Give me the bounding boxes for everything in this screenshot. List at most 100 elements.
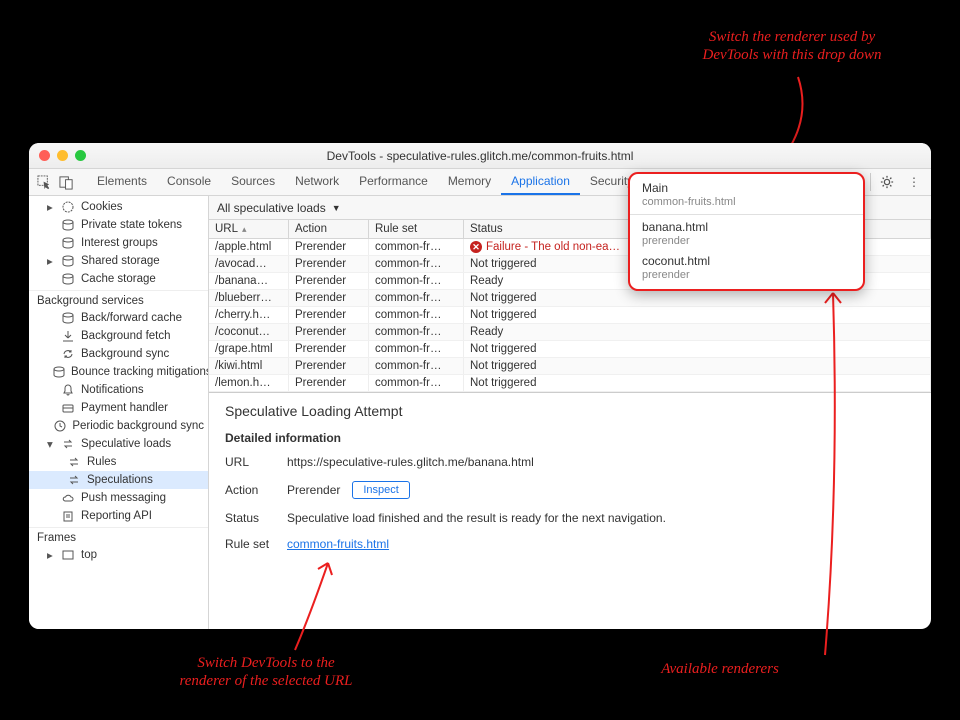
sort-icon: ▴ [242,224,247,235]
url-label: URL [225,455,275,469]
cell-url: /apple.html [209,239,289,255]
cell-ruleset: common-fr… [369,273,464,289]
dropdown-item-sub: prerender [630,269,863,285]
sidebar-item-bfcache[interactable]: Back/forward cache [29,309,208,327]
sidebar-item-label: Payment handler [81,402,168,414]
cell-ruleset: common-fr… [369,290,464,306]
chevron-down-icon: ▼ [332,203,341,213]
sidebar-item-topframe[interactable]: ▸top [29,546,208,564]
sidebar-item-label: Reporting API [81,510,152,522]
sidebar-item-label: Private state tokens [81,219,182,231]
sidebar-item-label: Shared storage [81,255,160,267]
col-ruleset[interactable]: Rule set [369,220,464,238]
db-icon [53,365,65,379]
tab-network[interactable]: Network [285,169,349,195]
sidebar-item-label: Interest groups [81,237,158,249]
cell-status: Not triggered [464,290,931,306]
sidebar-section-bg: Background services [29,290,208,309]
swap-icon [61,437,75,451]
detail-url: https://speculative-rules.glitch.me/bana… [287,455,534,469]
tab-console[interactable]: Console [157,169,221,195]
clock-icon [54,419,66,433]
sidebar-section-frames: Frames [29,527,208,546]
action-label: Action [225,483,275,497]
sidebar-item-bgfetch[interactable]: Background fetch [29,327,208,345]
db-icon [61,272,75,286]
sidebar-item-pst[interactable]: Private state tokens [29,216,208,234]
settings-icon[interactable] [875,175,899,189]
ruleset-label: Rule set [225,537,275,551]
cell-url: /grape.html [209,341,289,357]
cell-ruleset: common-fr… [369,375,464,391]
sidebar-item-periodic[interactable]: Periodic background sync [29,417,208,435]
sidebar-item-label: Push messaging [81,492,166,504]
application-sidebar: ▸Cookies Private state tokens Interest g… [29,196,209,629]
cell-action: Prerender [289,358,369,374]
more-icon[interactable]: ⋮ [903,175,925,189]
status-label: Status [225,511,275,525]
arrow-inspect [290,555,350,655]
sidebar-item-rules[interactable]: Rules [29,453,208,471]
sidebar-item-label: Background sync [81,348,169,360]
cell-status: Ready [464,324,931,340]
window-title: DevTools - speculative-rules.glitch.me/c… [29,149,931,163]
sidebar-item-speculations[interactable]: Speculations [29,471,208,489]
tab-sources[interactable]: Sources [221,169,285,195]
db-icon [61,254,75,268]
sidebar-item-interest[interactable]: Interest groups [29,234,208,252]
cell-url: /lemon.h… [209,375,289,391]
col-url[interactable]: URL▴ [209,220,289,238]
sync-icon [61,347,75,361]
sidebar-item-label: Speculative loads [81,438,171,450]
tab-elements[interactable]: Elements [87,169,157,195]
cell-status: Not triggered [464,358,931,374]
device-icon[interactable] [57,173,75,191]
filter-label: All speculative loads [217,201,326,215]
sidebar-item-push[interactable]: Push messaging [29,489,208,507]
dropdown-item-coconut[interactable]: coconut.html [630,251,863,269]
cloud-icon [61,491,75,505]
dropdown-item-banana[interactable]: banana.html [630,217,863,235]
dropdown-main-sub: common-fruits.html [630,196,863,212]
cell-action: Prerender [289,290,369,306]
tab-application[interactable]: Application [501,169,580,195]
dropdown-main[interactable]: Main [630,178,863,196]
db-icon [61,311,75,325]
card-icon [61,401,75,415]
inspect-button[interactable]: Inspect [352,481,409,499]
arrow-renderers [815,285,855,660]
sidebar-item-bgsync[interactable]: Background sync [29,345,208,363]
sidebar-item-label: Bounce tracking mitigations [71,366,209,378]
sidebar-item-bounce[interactable]: Bounce tracking mitigations [29,363,208,381]
tab-performance[interactable]: Performance [349,169,438,195]
cell-action: Prerender [289,239,369,255]
cell-url: /kiwi.html [209,358,289,374]
cell-action: Prerender [289,341,369,357]
cell-action: Prerender [289,256,369,272]
cell-action: Prerender [289,324,369,340]
cell-status: Not triggered [464,341,931,357]
sidebar-item-cache[interactable]: Cache storage [29,270,208,288]
error-icon: ✕ [470,241,482,253]
sidebar-item-label: Periodic background sync [72,420,204,432]
cell-url: /avocad… [209,256,289,272]
sidebar-item-speculative[interactable]: ▾Speculative loads [29,435,208,453]
sidebar-item-payment[interactable]: Payment handler [29,399,208,417]
sidebar-item-label: Cache storage [81,273,156,285]
sidebar-item-reporting[interactable]: Reporting API [29,507,208,525]
download-icon [61,329,75,343]
sidebar-item-label: Notifications [81,384,144,396]
col-action[interactable]: Action [289,220,369,238]
sidebar-item-cookies[interactable]: ▸Cookies [29,198,208,216]
sidebar-item-shared[interactable]: ▸Shared storage [29,252,208,270]
expand-icon: ▸ [47,548,55,562]
detail-ruleset-link[interactable]: common-fruits.html [287,537,389,551]
cell-status: Not triggered [464,307,931,323]
sidebar-item-notifications[interactable]: Notifications [29,381,208,399]
tab-memory[interactable]: Memory [438,169,501,195]
swap-icon [67,455,81,469]
renderer-dropdown[interactable]: Main common-fruits.html banana.html prer… [628,172,865,291]
sidebar-item-label: Speculations [87,474,153,486]
inspect-icon[interactable] [35,173,53,191]
annotation-top: Switch the renderer used by DevTools wit… [662,28,922,64]
